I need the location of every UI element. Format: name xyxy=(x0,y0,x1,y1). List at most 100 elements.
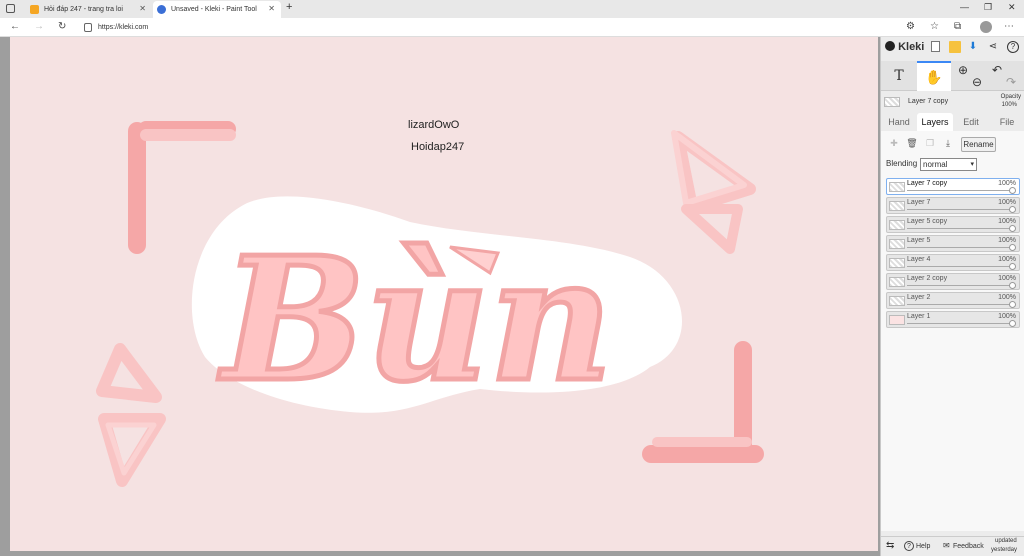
layer-opacity: 100% xyxy=(998,294,1016,301)
layer-opacity-slider[interactable] xyxy=(907,304,1011,305)
back-arrow-icon[interactable]: ← xyxy=(10,21,20,32)
layer-opacity-slider[interactable] xyxy=(907,247,1011,248)
updated-label: updated xyxy=(995,538,1017,544)
opacity-value: 100% xyxy=(1001,102,1017,108)
layer-item[interactable]: Layer 1 100% xyxy=(886,311,1020,328)
layer-opacity: 100% xyxy=(998,256,1016,263)
layer-name: Layer 7 copy xyxy=(907,180,948,187)
minimize-icon[interactable]: — xyxy=(960,2,969,12)
browser-tab-hoidap[interactable]: Hỏi đáp 247 - trang tra loi ✕ xyxy=(26,1,152,18)
canvas-text-line-2: Hoidap247 xyxy=(411,141,465,153)
tab-title: Hỏi đáp 247 - trang tra loi xyxy=(44,6,123,13)
tab-edit[interactable]: Edit xyxy=(953,113,989,131)
layer-thumbnail xyxy=(889,296,905,306)
slider-handle[interactable] xyxy=(1009,225,1016,232)
chevron-down-icon: ▾ xyxy=(970,161,974,168)
url-text: https://kleki.com xyxy=(98,24,149,31)
layer-thumbnail xyxy=(889,315,905,325)
delete-layer-icon[interactable]: 🗑 xyxy=(904,135,920,151)
lock-icon xyxy=(84,23,92,32)
close-tab-icon[interactable]: ✕ xyxy=(139,4,146,13)
address-bar-row: ← → ↻ https://kleki.com ⚙ ☆ ⧉ ⋯ xyxy=(0,18,1024,37)
layer-name: Layer 1 xyxy=(907,313,931,320)
layer-opacity-slider[interactable] xyxy=(907,228,1011,229)
panel-footer: ⇆ ? Help ✉ Feedback updated yesterday xyxy=(881,536,1024,556)
current-layer-thumbnail xyxy=(884,97,900,107)
tab-file[interactable]: File xyxy=(989,113,1024,131)
layer-item[interactable]: Layer 5 copy 100% xyxy=(886,216,1020,233)
feedback-icon[interactable]: ✉ xyxy=(943,541,950,550)
tab-hand[interactable]: Hand xyxy=(881,113,917,131)
import-image-icon[interactable] xyxy=(949,41,961,53)
tab-title: Unsaved - Kleki - Paint Tool xyxy=(171,6,257,13)
layer-name: Layer 2 xyxy=(907,294,931,301)
collections-icon[interactable]: ⧉ xyxy=(954,21,961,32)
layer-item[interactable]: Layer 7 100% xyxy=(886,197,1020,214)
layer-opacity-slider[interactable] xyxy=(907,323,1011,324)
layer-opacity: 100% xyxy=(998,218,1016,225)
tab-layers[interactable]: Layers xyxy=(917,113,953,131)
layer-item[interactable]: Layer 4 100% xyxy=(886,254,1020,271)
browser-tab-kleki[interactable]: Unsaved - Kleki - Paint Tool ✕ xyxy=(153,1,281,18)
feedback-link[interactable]: Feedback xyxy=(953,543,984,550)
slider-handle[interactable] xyxy=(1009,206,1016,213)
layer-opacity-slider[interactable] xyxy=(907,209,1011,210)
updated-when: yesterday xyxy=(991,547,1018,553)
slider-handle[interactable] xyxy=(1009,282,1016,289)
drawing-canvas[interactable]: Bùn lizardOwO Hoidap247 xyxy=(10,37,878,551)
current-layer-row: Layer 7 copy Opacity 100% xyxy=(881,93,1024,113)
layer-item[interactable]: Layer 2 copy 100% xyxy=(886,273,1020,290)
share-icon[interactable]: ⋖ xyxy=(987,41,999,53)
text-tool[interactable]: T xyxy=(883,61,915,91)
layer-opacity-slider[interactable] xyxy=(907,266,1011,267)
triangles-left xyxy=(96,343,166,487)
hand-tool[interactable]: ✋ xyxy=(917,61,951,91)
swap-sides-icon[interactable]: ⇆ xyxy=(886,540,894,551)
layer-thumbnail xyxy=(889,239,905,249)
forward-arrow-icon[interactable]: → xyxy=(34,21,44,32)
help-icon[interactable]: ? xyxy=(1007,41,1019,53)
merge-layer-icon[interactable]: ⤓ xyxy=(940,135,956,151)
new-tab-icon[interactable]: + xyxy=(286,1,292,13)
kleki-logo: Kleki xyxy=(885,41,924,53)
panel-tabs: Hand Layers Edit File xyxy=(881,113,1024,131)
add-layer-icon[interactable]: ✚ xyxy=(886,135,902,151)
layer-item[interactable]: Layer 7 copy 100% xyxy=(886,178,1020,195)
rename-button[interactable]: Rename xyxy=(961,137,996,152)
slider-handle[interactable] xyxy=(1009,263,1016,270)
opacity-label: Opacity xyxy=(1000,94,1021,100)
layer-thumbnail xyxy=(889,201,905,211)
profile-avatar[interactable] xyxy=(980,21,992,33)
close-tab-icon[interactable]: ✕ xyxy=(268,4,275,13)
reload-icon[interactable]: ↻ xyxy=(58,21,66,32)
layer-name: Layer 7 xyxy=(907,199,931,206)
tab-actions-icon[interactable] xyxy=(6,4,15,13)
slider-handle[interactable] xyxy=(1009,187,1016,194)
current-layer-name: Layer 7 copy xyxy=(908,98,949,105)
canvas-viewport[interactable]: Bùn lizardOwO Hoidap247 xyxy=(0,37,880,556)
slider-handle[interactable] xyxy=(1009,244,1016,251)
layer-thumbnail xyxy=(889,220,905,230)
help-circle-icon[interactable]: ? xyxy=(904,541,914,551)
layer-item[interactable]: Layer 5 100% xyxy=(886,235,1020,252)
slider-handle[interactable] xyxy=(1009,320,1016,327)
layer-opacity-slider[interactable] xyxy=(907,285,1011,286)
restore-icon[interactable]: ❐ xyxy=(984,2,992,13)
download-icon[interactable]: ⬇ xyxy=(967,41,979,53)
new-image-icon[interactable] xyxy=(931,41,940,52)
slider-handle[interactable] xyxy=(1009,301,1016,308)
layer-opacity: 100% xyxy=(998,237,1016,244)
favorites-star-icon[interactable]: ☆ xyxy=(930,21,939,32)
layer-opacity-slider[interactable] xyxy=(907,190,1011,191)
url-field[interactable]: https://kleki.com xyxy=(80,20,860,35)
blending-value: normal xyxy=(923,160,948,169)
close-window-icon[interactable]: ✕ xyxy=(1008,2,1016,13)
duplicate-layer-icon[interactable]: ❐ xyxy=(922,135,938,151)
layer-item[interactable]: Layer 2 100% xyxy=(886,292,1020,309)
kleki-logo-icon xyxy=(885,41,895,51)
blending-select[interactable]: normal ▾ xyxy=(920,158,977,171)
site-permissions-icon[interactable]: ⚙ xyxy=(906,21,915,32)
more-menu-icon[interactable]: ⋯ xyxy=(1004,21,1014,32)
browser-tab-bar: Hỏi đáp 247 - trang tra loi ✕ Unsaved - … xyxy=(0,0,1024,18)
help-link[interactable]: Help xyxy=(916,543,930,550)
